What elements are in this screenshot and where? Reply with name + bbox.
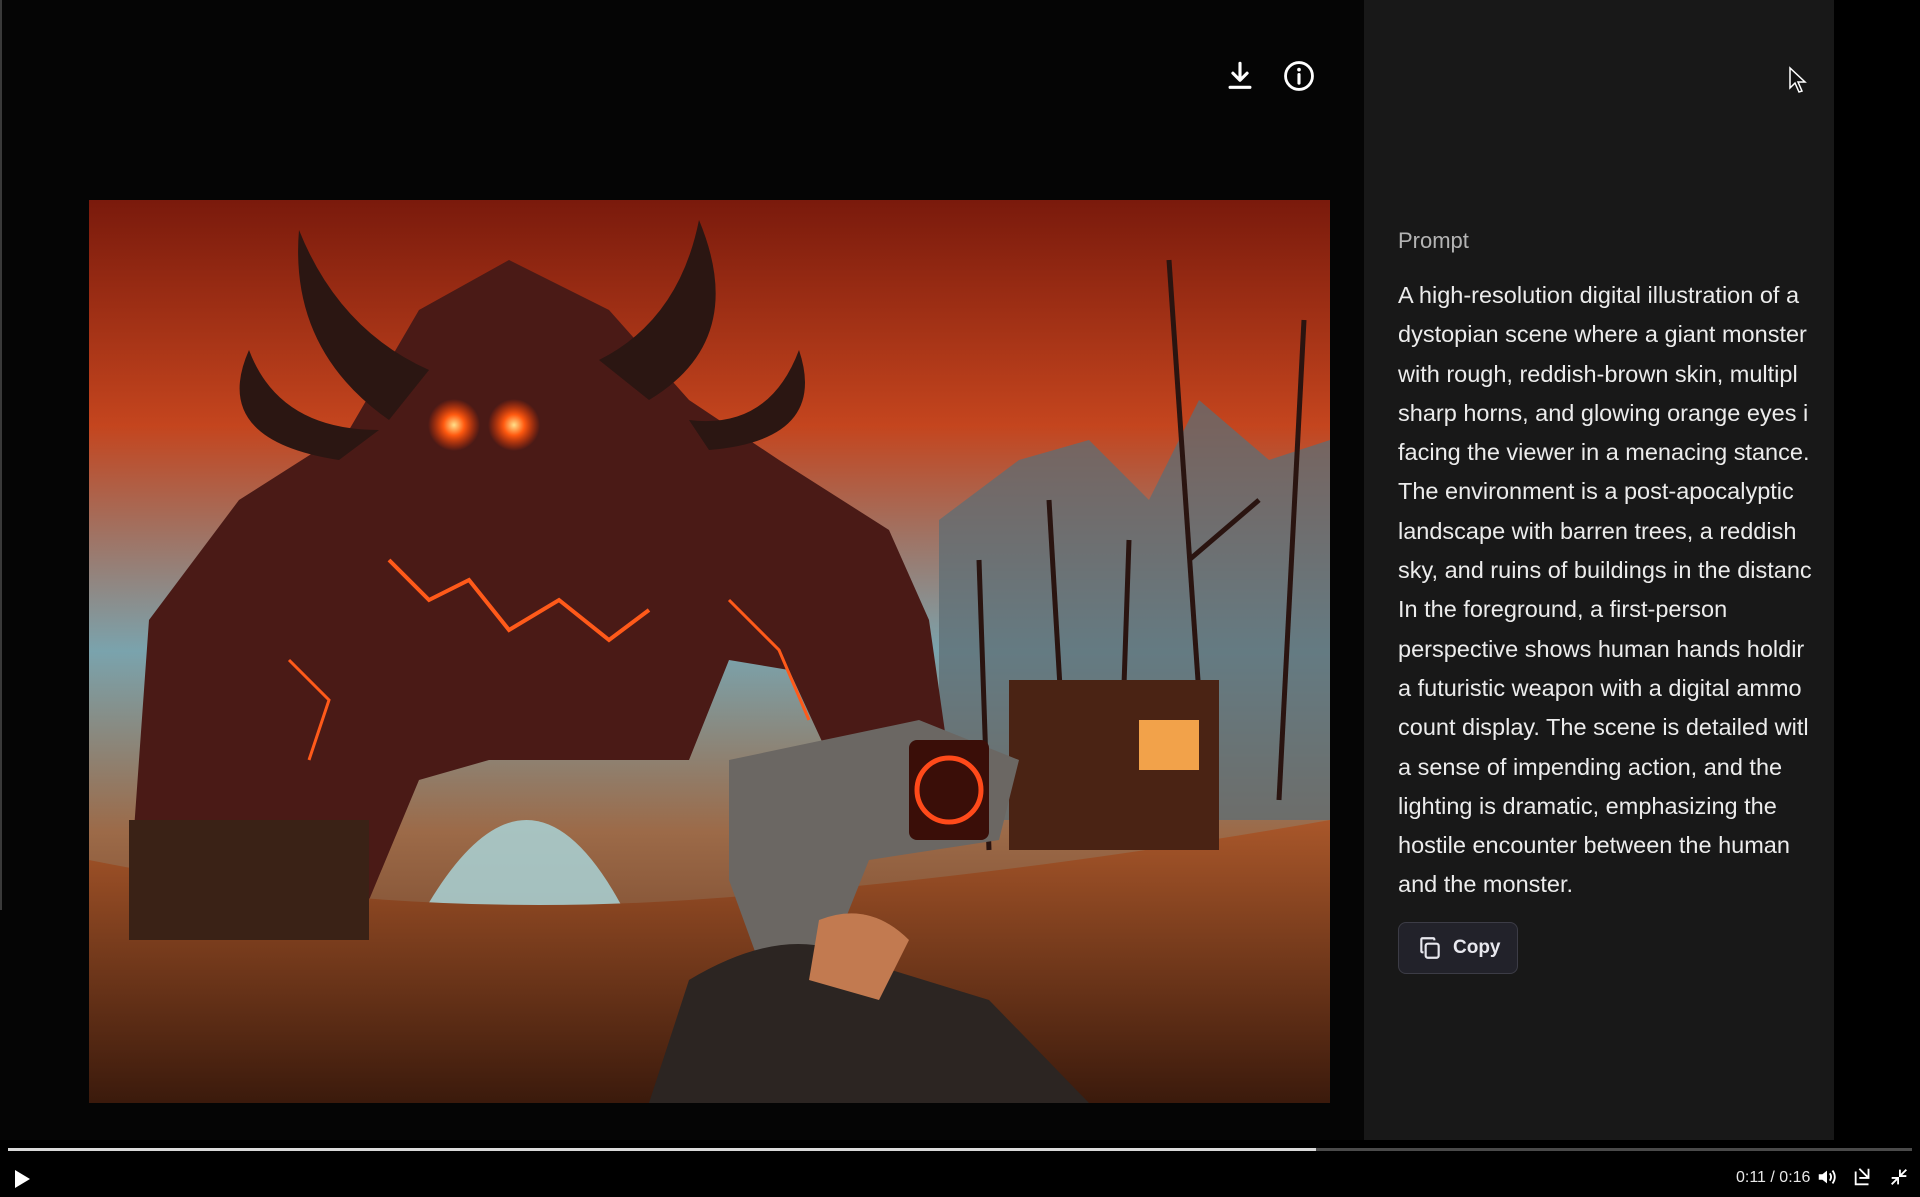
prompt-line: count display. The scene is detailed wit… bbox=[1398, 714, 1809, 741]
copy-button[interactable]: Copy bbox=[1398, 922, 1518, 974]
prompt-line: The environment is a post-apocalyptic bbox=[1398, 478, 1794, 505]
prompt-text: A high-resolution digital illustration o… bbox=[1398, 276, 1834, 905]
prompt-line: In the foreground, a first-person bbox=[1398, 596, 1728, 623]
prompt-line: sharp horns, and glowing orange eyes i bbox=[1398, 399, 1809, 426]
video-frame: Prompt A high-resolution digital illustr… bbox=[0, 0, 1920, 1140]
prompt-line: landscape with barren trees, a reddish bbox=[1398, 517, 1797, 544]
picture-in-picture-button[interactable] bbox=[1852, 1166, 1874, 1193]
image-viewer-pane bbox=[0, 0, 1364, 1140]
prompt-panel: Prompt A high-resolution digital illustr… bbox=[1364, 0, 1834, 1140]
prompt-line: with rough, reddish-brown skin, multipl bbox=[1398, 360, 1798, 387]
prompt-line: sky, and ruins of buildings in the dista… bbox=[1398, 557, 1812, 584]
download-button[interactable] bbox=[1220, 56, 1260, 96]
prompt-label: Prompt bbox=[1398, 228, 1469, 253]
prompt-line: hostile encounter between the human bbox=[1398, 832, 1790, 859]
divider bbox=[0, 0, 2, 910]
prompt-line: a sense of impending action, and the bbox=[1398, 753, 1783, 780]
copy-label: Copy bbox=[1453, 937, 1501, 958]
time-display: 0:11 / 0:16 bbox=[1736, 1169, 1811, 1186]
prompt-line: dystopian scene where a giant monster bbox=[1398, 321, 1807, 348]
prompt-line: a futuristic weapon with a digital ammo bbox=[1398, 674, 1802, 701]
exit-fullscreen-icon bbox=[1891, 1169, 1907, 1185]
picture-in-picture-icon bbox=[1854, 1168, 1870, 1186]
mouse-cursor-icon bbox=[1789, 66, 1807, 93]
volume-button[interactable] bbox=[1816, 1166, 1838, 1193]
volume-icon bbox=[1818, 1170, 1836, 1184]
progress-fill bbox=[8, 1148, 1317, 1151]
info-button[interactable] bbox=[1279, 56, 1319, 96]
generated-image bbox=[89, 200, 1330, 1103]
prompt-line: perspective shows human hands holdir bbox=[1398, 635, 1805, 662]
video-controls: 0:11 / 0:16 bbox=[0, 1140, 1920, 1197]
prompt-line: A high-resolution digital illustration o… bbox=[1398, 282, 1800, 308]
prompt-line: lighting is dramatic, emphasizing the bbox=[1398, 792, 1777, 819]
frame-margin bbox=[1834, 0, 1920, 1140]
prompt-line: and the monster. bbox=[1398, 871, 1574, 898]
exit-fullscreen-button[interactable] bbox=[1888, 1166, 1910, 1193]
play-icon bbox=[15, 1170, 30, 1188]
info-icon bbox=[1284, 61, 1314, 91]
copy-icon bbox=[1420, 937, 1440, 959]
progress-bar[interactable] bbox=[8, 1148, 1912, 1151]
download-icon bbox=[1228, 61, 1252, 89]
prompt-line: facing the viewer in a menacing stance. bbox=[1398, 439, 1810, 466]
play-button[interactable] bbox=[12, 1168, 32, 1195]
